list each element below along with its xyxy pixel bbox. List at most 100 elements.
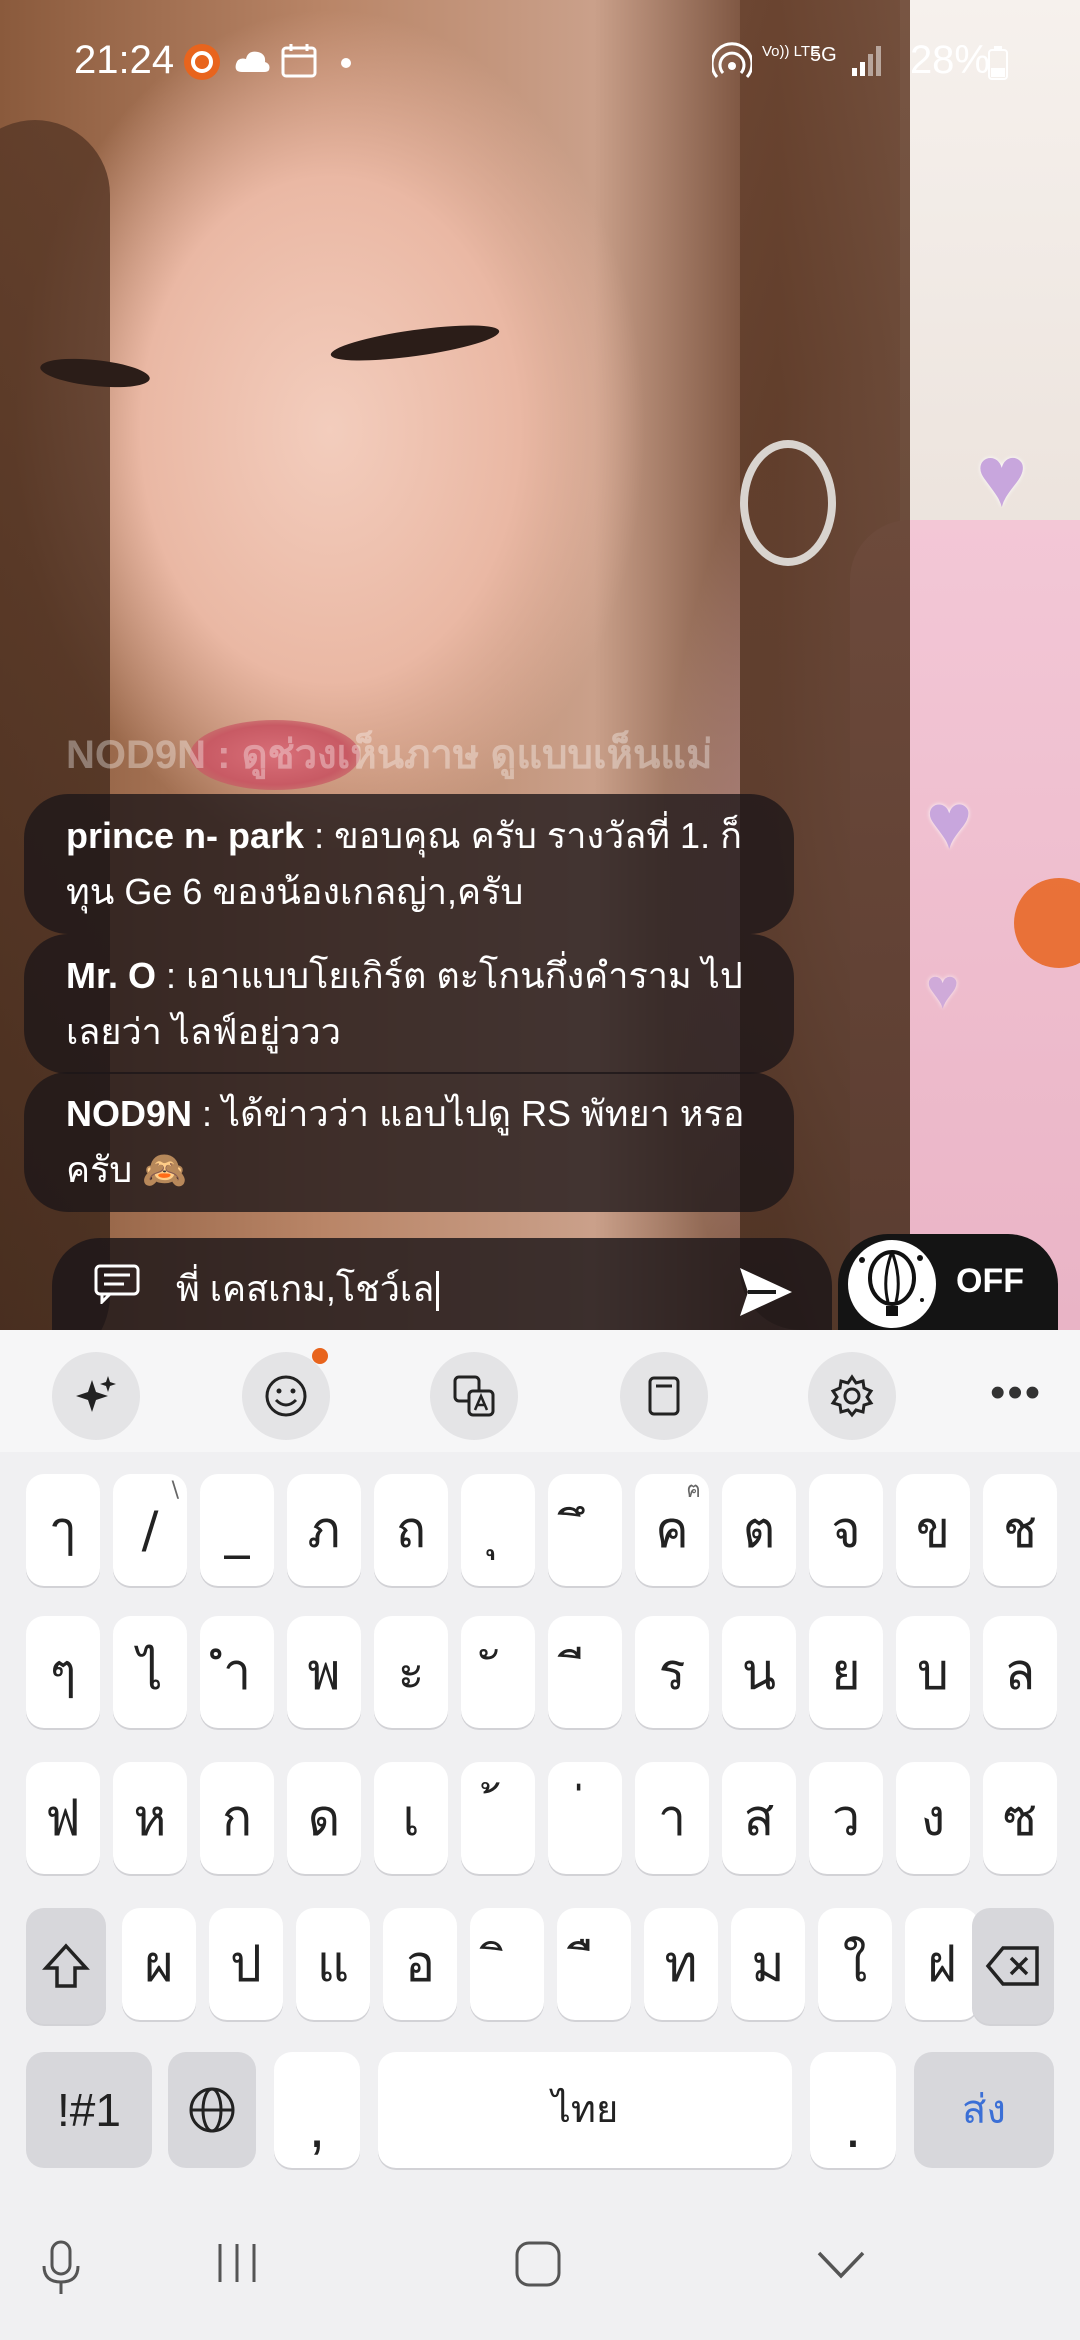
- key[interactable]: ย: [809, 1616, 883, 1728]
- key[interactable]: ง: [896, 1762, 970, 1874]
- backspace-icon: [985, 1946, 1039, 1986]
- key[interactable]: เ: [374, 1762, 448, 1874]
- key[interactable]: ใ: [818, 1908, 892, 2020]
- key[interactable]: า: [635, 1762, 709, 1874]
- key-hint: ฅ: [686, 1478, 701, 1503]
- key[interactable]: ิ: [470, 1908, 544, 2020]
- key[interactable]: ั: [461, 1616, 535, 1728]
- key[interactable]: ป: [209, 1908, 283, 2020]
- key[interactable]: ว: [809, 1762, 883, 1874]
- key[interactable]: อ: [383, 1908, 457, 2020]
- key[interactable]: น: [722, 1616, 796, 1728]
- key[interactable]: ห: [113, 1762, 187, 1874]
- chat-message: Mr. O : เอาแบบโยเกิร์ต ตะโกนกึ่งคำราม ไป…: [24, 934, 794, 1074]
- period-key[interactable]: .: [810, 2052, 896, 2168]
- key[interactable]: _: [200, 1474, 274, 1586]
- key-label: พ: [307, 1643, 341, 1701]
- send-icon[interactable]: [736, 1262, 796, 1322]
- key-label: ภ: [307, 1501, 341, 1559]
- key-label: ร: [658, 1643, 686, 1701]
- key[interactable]: ำ: [200, 1616, 274, 1728]
- hot-air-balloon-icon: [848, 1240, 936, 1328]
- keyboard-toolbar: •••: [0, 1330, 1080, 1452]
- home-icon[interactable]: [514, 2240, 562, 2288]
- clock: 21:24: [74, 38, 175, 82]
- backspace-key[interactable]: [972, 1908, 1054, 2024]
- key[interactable]: ต: [722, 1474, 796, 1586]
- balloon-toggle-label: OFF: [956, 1262, 1024, 1300]
- space-key[interactable]: ไทย: [378, 2052, 792, 2168]
- more-options-icon[interactable]: •••: [990, 1368, 1042, 1418]
- key[interactable]: แ: [296, 1908, 370, 2020]
- key[interactable]: ล: [983, 1616, 1057, 1728]
- key-label: ซ: [1003, 1789, 1037, 1847]
- key-label: ไ: [137, 1643, 163, 1701]
- key[interactable]: ข: [896, 1474, 970, 1586]
- key[interactable]: ุ: [461, 1474, 535, 1586]
- comma-key[interactable]: ,: [274, 2052, 360, 2168]
- microphone-icon[interactable]: [36, 2240, 86, 2296]
- shift-key[interactable]: [26, 1908, 106, 2024]
- navigation-bar: [0, 2190, 1080, 2340]
- key[interactable]: ซ: [983, 1762, 1057, 1874]
- key[interactable]: ด: [287, 1762, 361, 1874]
- translate-button[interactable]: [430, 1352, 518, 1440]
- key[interactable]: ้: [461, 1762, 535, 1874]
- key[interactable]: ช: [983, 1474, 1057, 1586]
- key[interactable]: ถ: [374, 1474, 448, 1586]
- key[interactable]: ไ: [113, 1616, 187, 1728]
- translate-icon: [453, 1375, 495, 1417]
- key[interactable]: ี: [548, 1616, 622, 1728]
- chat-username[interactable]: prince n- park: [66, 815, 304, 856]
- key[interactable]: ร: [635, 1616, 709, 1728]
- key[interactable]: ่: [548, 1762, 622, 1874]
- key[interactable]: ม: [731, 1908, 805, 2020]
- key[interactable]: ื: [557, 1908, 631, 2020]
- language-key[interactable]: [168, 2052, 256, 2168]
- key[interactable]: / \: [113, 1474, 187, 1586]
- signal-icon: [850, 42, 884, 83]
- emoji-button[interactable]: [242, 1352, 330, 1440]
- globe-icon: [189, 2087, 235, 2133]
- send-key[interactable]: ส่ง: [914, 2052, 1054, 2168]
- balloon-toggle[interactable]: OFF: [838, 1234, 1058, 1334]
- comment-input[interactable]: พี่ เคสเกม,โชว์เล: [176, 1260, 440, 1317]
- comment-input-bar[interactable]: พี่ เคสเกม,โชว์เล: [52, 1238, 832, 1334]
- heart-icon: ♥: [926, 777, 973, 865]
- earring: [740, 440, 836, 566]
- key[interactable]: ๆ: [26, 1616, 100, 1728]
- key[interactable]: ะ: [374, 1616, 448, 1728]
- key[interactable]: ึ: [548, 1474, 622, 1586]
- key-label: ช: [1003, 1501, 1037, 1559]
- notification-dot: [312, 1348, 328, 1364]
- key[interactable]: ภ: [287, 1474, 361, 1586]
- chat-username[interactable]: Mr. O: [66, 955, 156, 996]
- key-label: ด: [307, 1789, 341, 1847]
- heart-icon: ♥: [926, 957, 960, 1020]
- key[interactable]: ๅ: [26, 1474, 100, 1586]
- recent-apps-icon[interactable]: [214, 2240, 260, 2286]
- key[interactable]: ส: [722, 1762, 796, 1874]
- key[interactable]: พ: [287, 1616, 361, 1728]
- key[interactable]: จ: [809, 1474, 883, 1586]
- clipboard-button[interactable]: [620, 1352, 708, 1440]
- chat-username[interactable]: NOD9N: [66, 1093, 192, 1134]
- ai-tools-button[interactable]: [52, 1352, 140, 1440]
- key-label: ง: [920, 1789, 946, 1847]
- shift-icon: [42, 1943, 90, 1988]
- hide-keyboard-icon[interactable]: [816, 2250, 866, 2280]
- symbols-key[interactable]: !#1: [26, 2052, 152, 2168]
- key-label: น: [741, 1643, 777, 1701]
- key[interactable]: บ: [896, 1616, 970, 1728]
- key[interactable]: ก: [200, 1762, 274, 1874]
- key[interactable]: ท: [644, 1908, 718, 2020]
- key[interactable]: คฅ: [635, 1474, 709, 1586]
- key[interactable]: ฝ: [905, 1908, 979, 2020]
- settings-button[interactable]: [808, 1352, 896, 1440]
- key[interactable]: ฟ: [26, 1762, 100, 1874]
- chat-icon: [94, 1264, 140, 1304]
- clipboard-icon: [648, 1376, 680, 1416]
- key[interactable]: ผ: [122, 1908, 196, 2020]
- key-label: า: [657, 1789, 687, 1847]
- key-label: ฟ: [45, 1789, 81, 1847]
